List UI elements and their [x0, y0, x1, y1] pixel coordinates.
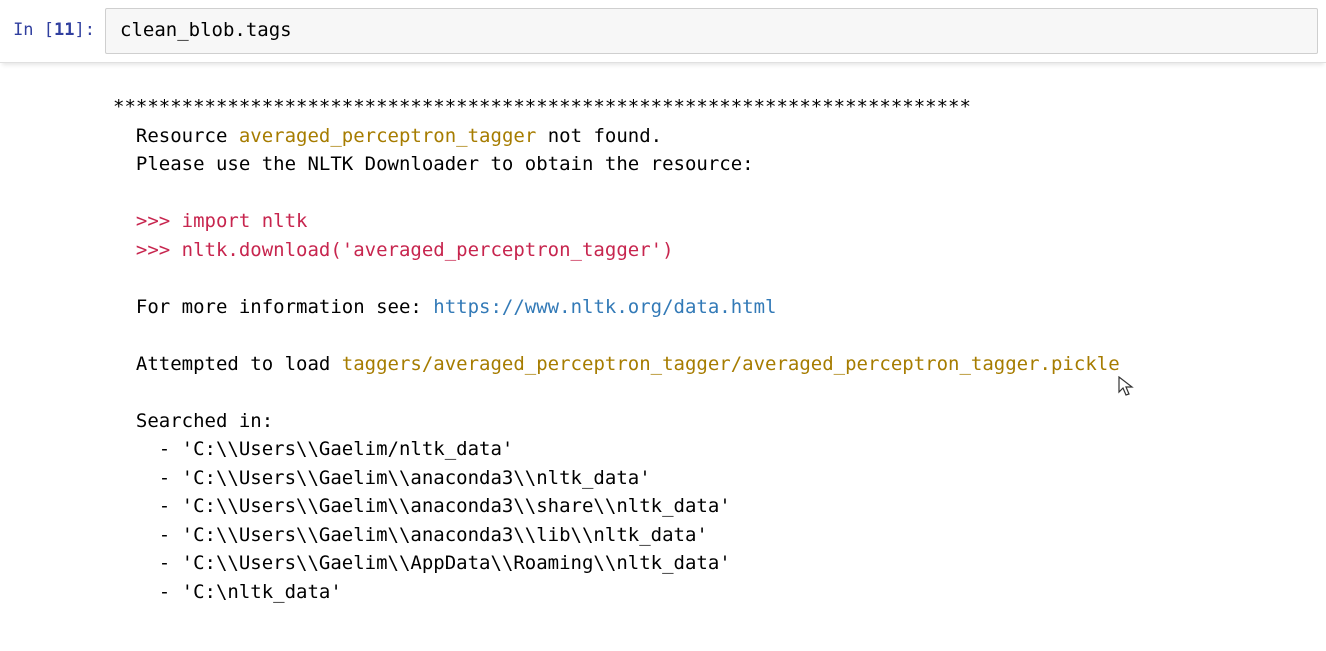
prompt-execution-count: 11	[54, 20, 74, 40]
error-separator: ****************************************…	[113, 96, 971, 118]
output-content: ****************************************…	[105, 93, 1326, 606]
search-path-4: - 'C:\\Users\\Gaelim\\anaconda3\\lib\\nl…	[113, 524, 708, 546]
search-path-1: - 'C:\\Users\\Gaelim/nltk_data'	[113, 438, 513, 460]
prompt-in-label: In	[13, 20, 44, 40]
code-suggestion-line2: >>> nltk.download('averaged_perceptron_t…	[113, 239, 674, 261]
nltk-data-link[interactable]: https://www.nltk.org/data.html	[433, 296, 776, 318]
search-path-5: - 'C:\\Users\\Gaelim\\AppData\\Roaming\\…	[113, 552, 731, 574]
code-cell: In [11]: clean_blob.tags	[0, 0, 1326, 63]
output-area: ****************************************…	[0, 63, 1326, 606]
code-suggestion-line1: >>> import nltk	[113, 210, 307, 232]
prompt-open-bracket: [	[44, 20, 54, 40]
search-path-6: - 'C:\nltk_data'	[113, 581, 342, 603]
search-path-3: - 'C:\\Users\\Gaelim\\anaconda3\\share\\…	[113, 495, 731, 517]
more-info-prefix: For more information see:	[113, 296, 433, 318]
attempted-load-prefix: Attempted to load	[113, 353, 342, 375]
resource-line-suffix: not found.	[536, 125, 662, 147]
code-input-area[interactable]: clean_blob.tags	[105, 8, 1318, 54]
attempted-load-path: taggers/averaged_perceptron_tagger/avera…	[342, 353, 1120, 375]
please-use-line: Please use the NLTK Downloader to obtain…	[113, 153, 754, 175]
resource-name: averaged_perceptron_tagger	[239, 125, 536, 147]
input-prompt: In [11]:	[0, 8, 105, 40]
searched-in-label: Searched in:	[113, 410, 273, 432]
search-path-2: - 'C:\\Users\\Gaelim\\anaconda3\\nltk_da…	[113, 467, 651, 489]
prompt-close-bracket: ]:	[75, 20, 95, 40]
resource-line-prefix: Resource	[113, 125, 239, 147]
code-text: clean_blob.tags	[120, 19, 292, 41]
